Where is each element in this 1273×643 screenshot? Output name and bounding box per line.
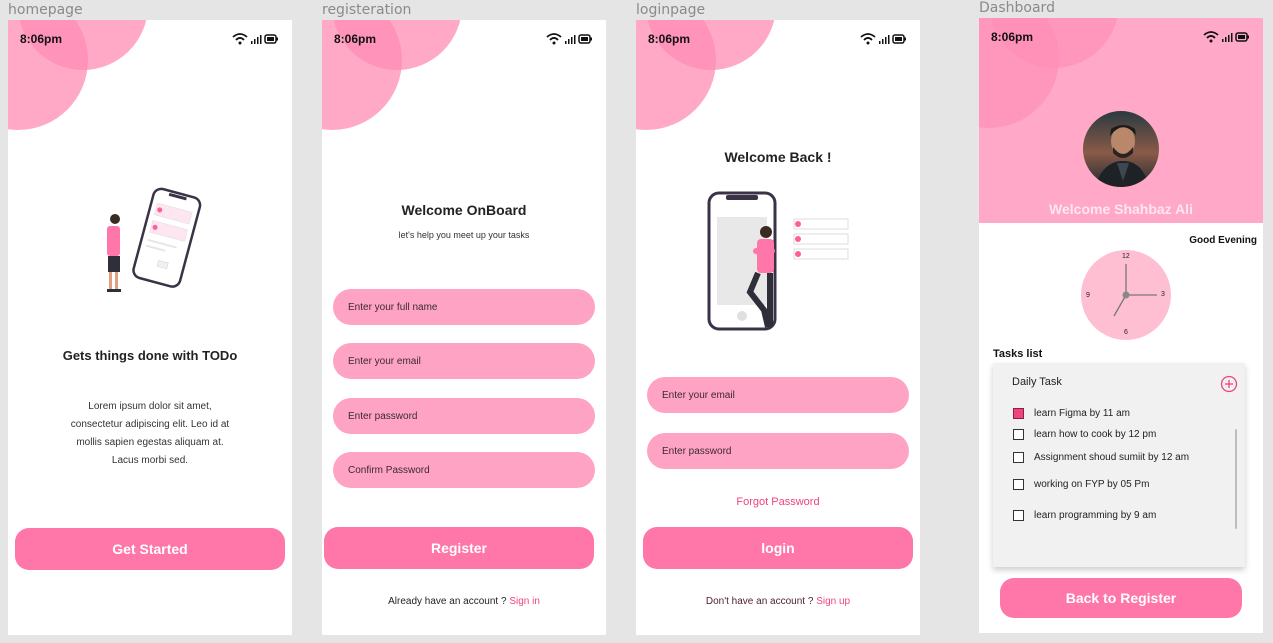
battery-icon [892, 34, 906, 44]
description-line: Lorem ipsum dolor sit amet, [88, 401, 212, 412]
task-label: learn programming by 9 am [1034, 510, 1157, 521]
dashboard-screen: 8:06pm Welcome Shahbaz Ali Good Evening … [979, 18, 1263, 633]
task-label: learn how to cook by 12 pm [1034, 429, 1157, 440]
signal-icon [251, 35, 262, 44]
status-icons [546, 32, 594, 46]
wifi-icon [232, 33, 248, 45]
welcome-user: Welcome Shahbaz Ali [1049, 201, 1193, 217]
forgot-password-link[interactable]: Forgot Password [636, 496, 920, 508]
description-line: Lacus morbi sed. [111, 455, 189, 466]
homepage-title: Gets things done with TODo [62, 348, 238, 363]
person-leaning-on-phone-illustration [707, 191, 849, 331]
daily-task-title: Daily Task [1012, 376, 1062, 388]
password-field[interactable]: Enter password [333, 398, 595, 434]
full-name-field[interactable]: Enter your full name [333, 289, 595, 325]
sign-up-link[interactable]: Sign up [816, 596, 850, 607]
signal-icon [1222, 33, 1233, 42]
task-checkbox[interactable] [1013, 510, 1024, 521]
login-button[interactable]: login [643, 527, 913, 569]
task-checkbox[interactable] [1013, 429, 1024, 440]
person-with-phone-illustration [107, 187, 202, 292]
registration-screen: 8:06pm Welcome OnBoard let's help you me… [322, 20, 606, 635]
status-icons [232, 32, 280, 46]
register-footer: Already have an account ? Sign in [322, 596, 606, 607]
status-time: 8:06pm [334, 32, 377, 46]
signal-icon [565, 35, 576, 44]
sign-in-link[interactable]: Sign in [509, 596, 540, 607]
login-password-field[interactable]: Enter password [647, 433, 909, 469]
battery-icon [1235, 32, 1249, 42]
task-item[interactable]: learn Figma by 11 am [1013, 408, 1130, 419]
login-email-field[interactable]: Enter your email [647, 377, 909, 413]
wifi-icon [860, 33, 876, 45]
add-circle-icon[interactable] [1220, 375, 1238, 393]
login-title: Welcome Back ! [724, 149, 832, 165]
confirm-password-field[interactable]: Confirm Password [333, 452, 595, 488]
login-footer-text: Don't have an account ? [705, 596, 814, 607]
avatar [1083, 111, 1159, 187]
task-item[interactable]: working on FYP by 05 Pm [1013, 479, 1149, 490]
task-checkbox[interactable] [1013, 452, 1024, 463]
register-button[interactable]: Register [324, 527, 594, 569]
task-item[interactable]: learn how to cook by 12 pm [1013, 429, 1156, 440]
wifi-icon [546, 33, 562, 45]
status-icons [860, 32, 908, 46]
tasks-heading: Tasks list [993, 348, 1043, 360]
task-checkbox[interactable] [1013, 408, 1024, 419]
homepage-screen: 8:06pm Gets things done with TODo Lorem … [8, 20, 292, 635]
status-icons [1203, 30, 1251, 44]
description-line: mollis sapien egestas aliquam at. [76, 437, 224, 448]
register-title: Welcome OnBoard [401, 202, 527, 218]
status-time: 8:06pm [648, 32, 691, 46]
scrollbar[interactable] [1235, 429, 1237, 529]
login-footer: Don't have an account ? Sign up [636, 596, 920, 607]
email-field[interactable]: Enter your email [333, 343, 595, 379]
status-time: 8:06pm [991, 30, 1034, 44]
greeting-text: Good Evening [1189, 235, 1257, 246]
task-label: Assignment shoud sumiit by 12 am [1034, 452, 1190, 463]
frame-label-login: loginpage [636, 2, 706, 18]
task-checkbox[interactable] [1013, 479, 1024, 490]
frame-label-homepage: homepage [8, 2, 83, 18]
description-line: consectetur adipiscing elit. Leo id at [70, 419, 230, 430]
clock: 12 3 6 9 [1081, 250, 1171, 340]
status-time: 8:06pm [20, 32, 63, 46]
register-subtitle: let's help you meet up your tasks [398, 230, 530, 240]
clock-hands [1113, 264, 1157, 317]
wifi-icon [1203, 31, 1219, 43]
login-screen: 8:06pm Welcome Back ! Enter your email E… [636, 20, 920, 635]
battery-icon [578, 34, 592, 44]
battery-icon [264, 34, 278, 44]
daily-task-card: Daily Task learn Figma by 11 am learn ho… [993, 363, 1245, 567]
frame-label-dashboard: Dashboard [979, 0, 1055, 16]
task-label: working on FYP by 05 Pm [1034, 479, 1150, 490]
task-label: learn Figma by 11 am [1034, 408, 1130, 419]
register-footer-text: Already have an account ? [388, 596, 507, 607]
back-to-register-button[interactable]: Back to Register [1000, 578, 1242, 618]
get-started-button[interactable]: Get Started [15, 528, 285, 570]
signal-icon [879, 35, 890, 44]
frame-label-registration: registeration [322, 2, 412, 18]
homepage-description: Lorem ipsum dolor sit amet, consectetur … [8, 398, 292, 470]
task-item[interactable]: Assignment shoud sumiit by 12 am [1013, 452, 1189, 463]
task-item[interactable]: learn programming by 9 am [1013, 510, 1156, 521]
